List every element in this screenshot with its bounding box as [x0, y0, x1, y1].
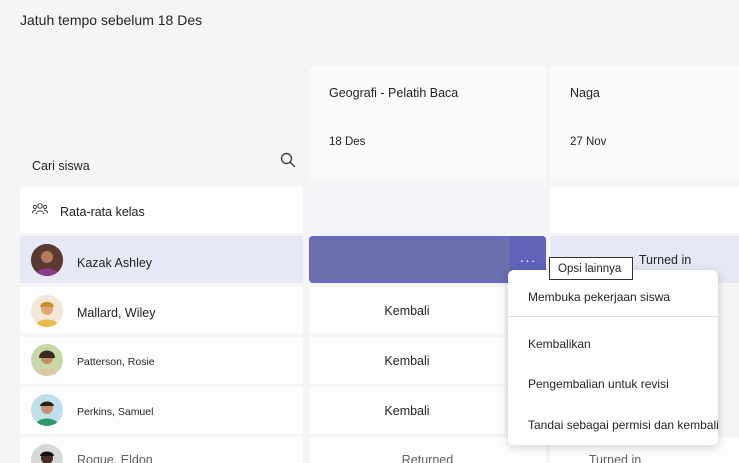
due-date-heading: Jatuh tempo sebelum 18 Des	[20, 12, 203, 28]
avatar	[31, 394, 63, 426]
grade-cell[interactable]: Kembali	[309, 387, 505, 434]
search-icon[interactable]	[280, 152, 296, 168]
student-row[interactable]: Patterson, Rosie	[20, 337, 303, 384]
student-name: Rogue, Eldon	[77, 453, 153, 463]
menu-item-return[interactable]: Kembalikan	[528, 337, 591, 351]
status-text: Turned in	[588, 453, 642, 463]
search-student-label[interactable]: Cari siswa	[32, 159, 90, 173]
student-name: Perkins, Samuel	[77, 406, 154, 418]
avatar	[31, 444, 63, 463]
status-text: Turned in	[638, 252, 692, 267]
assignment-date: 27 Nov	[570, 136, 607, 148]
avatar	[31, 295, 63, 327]
avatar	[31, 344, 63, 376]
people-icon	[32, 202, 48, 221]
menu-item-return-for-revision[interactable]: Pengembalian untuk revisi	[528, 377, 669, 391]
status-text: Kembali	[384, 353, 430, 368]
assignment-header-naga[interactable]: Naga 27 Nov	[550, 66, 739, 181]
grade-cell[interactable]: Kembali	[309, 287, 505, 334]
student-row[interactable]: Kazak Ashley	[20, 236, 303, 283]
class-average-row: Rata-rata kelas	[20, 186, 303, 233]
grade-cell[interactable]: Kembali	[309, 337, 505, 384]
more-options-menu: Membuka pekerjaan siswa Kembalikan Penge…	[508, 270, 719, 445]
class-average-label: Rata-rata kelas	[60, 205, 145, 219]
avatar	[31, 244, 63, 276]
student-name: Mallard, Wiley	[77, 306, 156, 320]
class-average-cell-a	[309, 186, 546, 233]
student-row[interactable]: Rogue, Eldon	[20, 437, 303, 463]
more-options-tooltip: Opsi lainnya	[549, 257, 633, 280]
assignment-date: 18 Des	[329, 136, 366, 148]
class-average-cell-b	[550, 186, 739, 233]
student-name: Patterson, Rosie	[77, 356, 155, 368]
student-row[interactable]: Mallard, Wiley	[20, 287, 303, 334]
assignment-title: Naga	[570, 86, 600, 100]
menu-divider	[508, 316, 718, 317]
assignment-header-geografi[interactable]: Geografi - Pelatih Baca 18 Des	[309, 66, 546, 181]
status-text: Returned	[401, 453, 454, 463]
status-text: Kembali	[384, 403, 430, 418]
assignment-title: Geografi - Pelatih Baca	[329, 86, 459, 100]
student-name: Kazak Ashley	[77, 256, 153, 270]
menu-item-mark-excused[interactable]: Tandai sebagai permisi dan kembali	[528, 418, 719, 432]
student-row[interactable]: Perkins, Samuel	[20, 387, 303, 434]
menu-item-open-student-work[interactable]: Membuka pekerjaan siswa	[528, 290, 670, 304]
status-text: Kembali	[384, 303, 430, 318]
